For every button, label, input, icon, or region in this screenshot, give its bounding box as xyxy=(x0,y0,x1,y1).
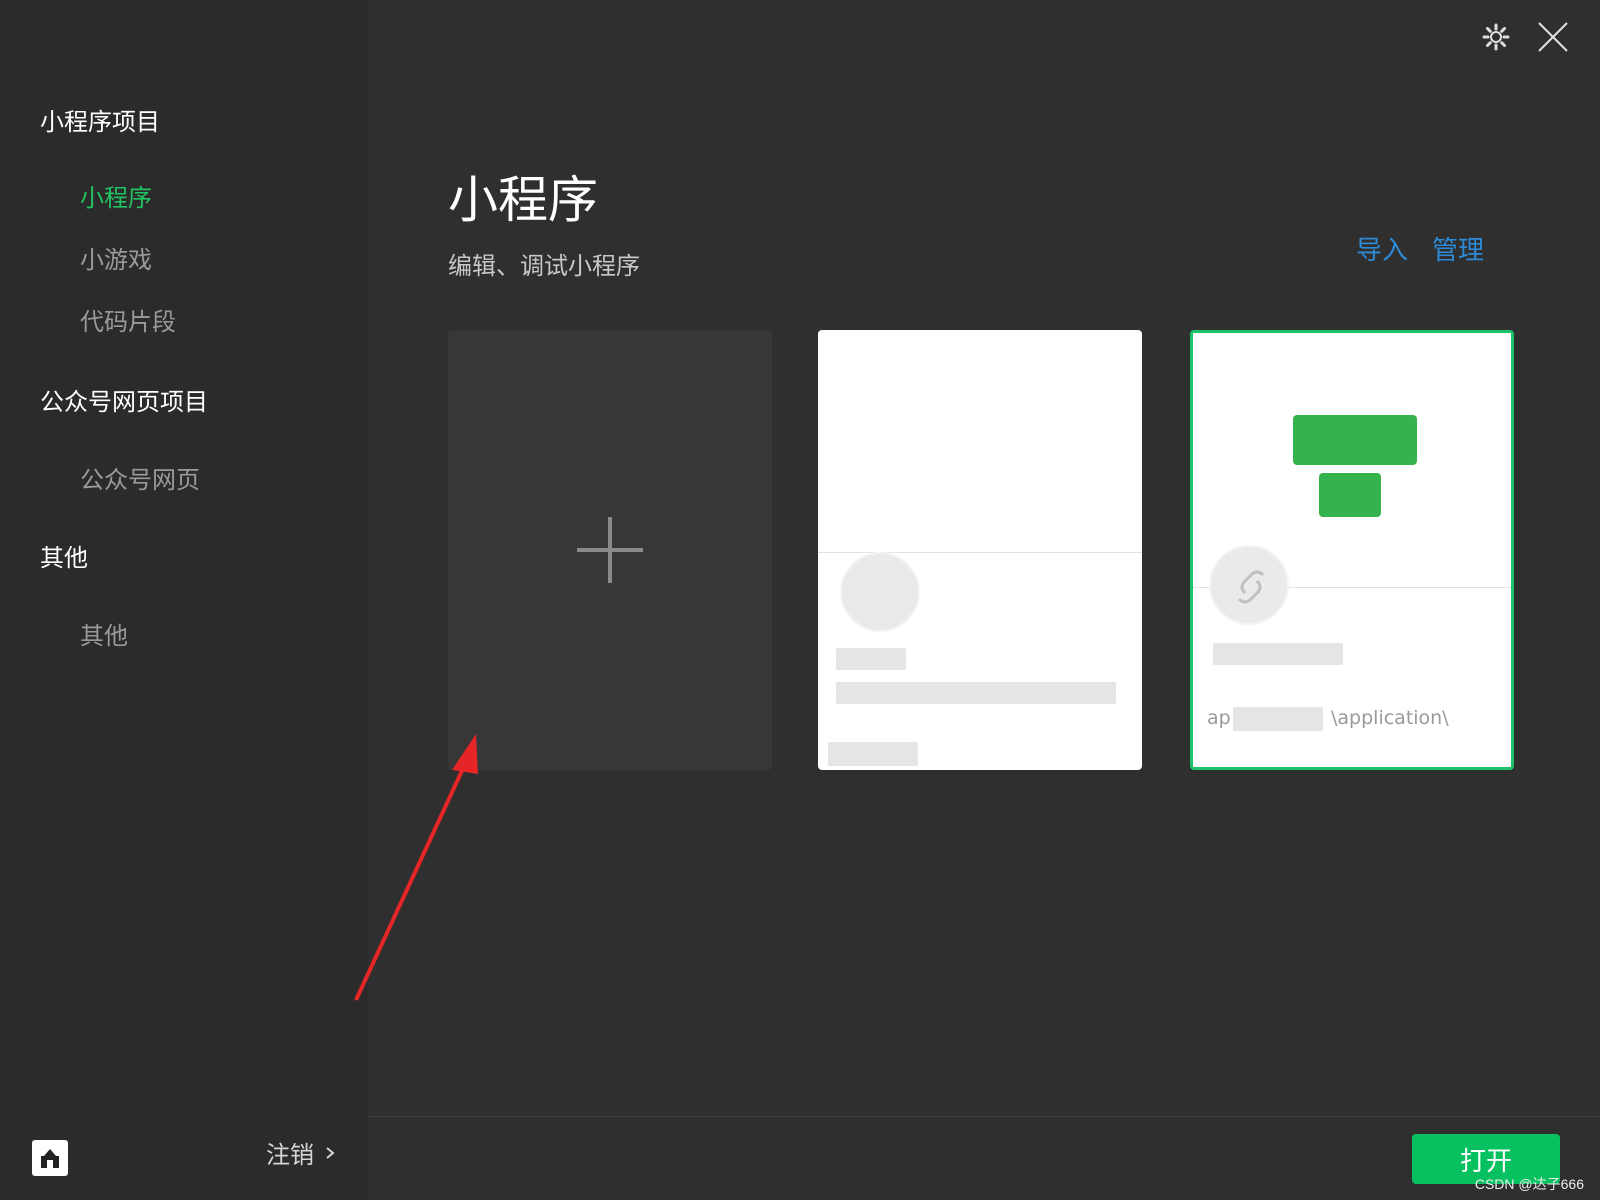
project-avatar xyxy=(1209,545,1289,625)
obscured-project-meta xyxy=(828,742,918,766)
avatar-icon xyxy=(41,1149,59,1168)
import-link[interactable]: 导入 xyxy=(1356,230,1408,267)
card-divider xyxy=(818,552,1142,553)
new-project-card[interactable] xyxy=(448,330,772,770)
obscured-project-name xyxy=(1213,643,1343,665)
obscured-project-name xyxy=(836,648,906,670)
project-card-selected[interactable]: ap \application\ xyxy=(1190,330,1514,770)
sidebar-item-other[interactable]: 其他 xyxy=(80,616,128,651)
project-path-fragment2: \application\ xyxy=(1331,707,1449,729)
watermark: CSDN @达子666 xyxy=(1474,1176,1584,1192)
section-title-other: 其他 xyxy=(40,544,88,572)
page-title: 小程序 xyxy=(448,171,598,229)
close-icon[interactable] xyxy=(1536,20,1570,54)
section-title-miniprogram: 小程序项目 xyxy=(40,108,160,136)
footer-divider xyxy=(368,1116,1600,1117)
sidebar-item-minigame[interactable]: 小游戏 xyxy=(80,240,152,275)
obscured-project-path xyxy=(1233,707,1323,731)
section-title-official-account: 公众号网页项目 xyxy=(40,388,208,416)
chevron-right-icon xyxy=(326,1146,335,1159)
page-subtitle: 编辑、调试小程序 xyxy=(448,252,640,280)
sidebar-item-code-snippet[interactable]: 代码片段 xyxy=(80,302,176,337)
project-cover-image-part xyxy=(1319,473,1381,517)
main-panel: 小程序 编辑、调试小程序 导入 管理 ap \application\ 打开 C… xyxy=(368,0,1600,1200)
project-avatar xyxy=(840,552,920,632)
obscured-project-path xyxy=(836,682,1116,704)
gear-icon[interactable] xyxy=(1482,23,1510,51)
sidebar: 小程序项目 小程序 小游戏 代码片段 公众号网页项目 公众号网页 其他 其他 注… xyxy=(0,0,368,1200)
sidebar-item-official-web[interactable]: 公众号网页 xyxy=(80,460,200,495)
logout-label: 注销 xyxy=(266,1141,314,1169)
sidebar-item-miniprogram[interactable]: 小程序 xyxy=(80,178,152,213)
manage-link[interactable]: 管理 xyxy=(1432,230,1484,267)
project-path-fragment: ap xyxy=(1207,707,1231,729)
project-card[interactable] xyxy=(818,330,1142,770)
logout-button[interactable]: 注销 xyxy=(266,1135,336,1170)
plus-icon xyxy=(577,517,643,583)
avatar[interactable] xyxy=(32,1140,68,1176)
link-icon xyxy=(1237,570,1265,604)
project-cover-image xyxy=(1293,415,1417,465)
